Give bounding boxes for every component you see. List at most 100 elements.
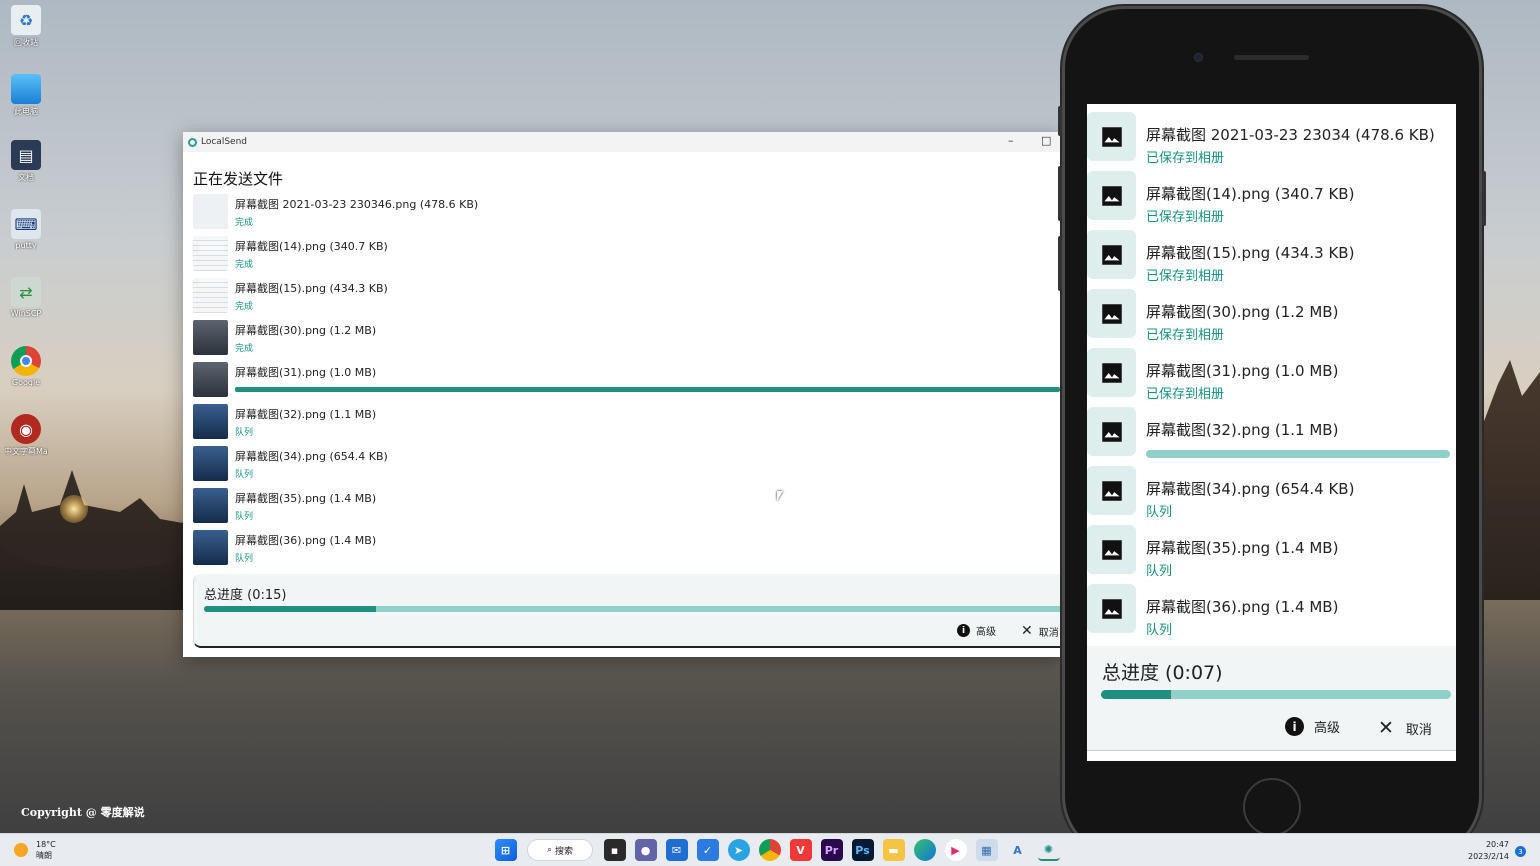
notification-badge[interactable]: 3 bbox=[1515, 846, 1526, 857]
wallpaper-skyline-right bbox=[1480, 360, 1540, 600]
windows-start-icon[interactable]: ⊞ bbox=[494, 839, 517, 861]
file-status: 队列 bbox=[235, 470, 254, 480]
file-name: 屏幕截图(32).png (1.1 MB) bbox=[1146, 421, 1339, 439]
app-icon[interactable]: A bbox=[1006, 839, 1029, 861]
camera-icon bbox=[1194, 53, 1203, 62]
file-status: 完成 bbox=[235, 218, 254, 228]
file-status: 队列 bbox=[235, 554, 254, 564]
copyright-watermark: Copyright @ 零度解说 bbox=[21, 806, 145, 819]
file-thumbnail bbox=[193, 404, 228, 439]
total-progress-label: 总进度 (0:15) bbox=[204, 588, 287, 603]
close-icon: ✕ bbox=[1378, 717, 1394, 739]
cancel-label: 取消 bbox=[1405, 722, 1432, 738]
eye-icon: ◉ bbox=[11, 414, 41, 444]
clock-time: 20:47 bbox=[1485, 840, 1510, 849]
window-title: LocalSend bbox=[201, 137, 247, 147]
desktop-icon-google[interactable]: Google bbox=[4, 346, 48, 387]
list-item: 屏幕截图(31).png (1.0 MB) bbox=[193, 362, 1061, 404]
info-icon: i bbox=[1285, 717, 1304, 736]
page-title: 正在发送文件 bbox=[193, 170, 284, 188]
phone-total-progress-label: 总进度 (0:07) bbox=[1102, 662, 1223, 684]
localsend-icon[interactable]: ✺ bbox=[1037, 839, 1060, 861]
file-status: 队列 bbox=[1146, 623, 1173, 638]
list-item: 屏幕截图(31).png (1.0 MB) 已保存到相册 bbox=[1087, 340, 1456, 402]
list-item: 屏幕截图(35).png (1.4 MB) 队列 bbox=[1087, 517, 1456, 579]
telegram-icon[interactable]: ➤ bbox=[727, 839, 750, 861]
photoshop-icon[interactable]: Ps bbox=[851, 839, 874, 861]
advanced-button[interactable]: i 高级 bbox=[957, 623, 996, 638]
phone-cancel-button[interactable]: ✕ 取消 bbox=[1378, 717, 1432, 739]
weather-desc: 晴朗 bbox=[36, 851, 52, 860]
list-item: 屏幕截图(34).png (654.4 KB) 队列 bbox=[193, 446, 1061, 488]
file-explorer-icon[interactable]: ▬ bbox=[882, 839, 905, 861]
file-name: 屏幕截图 2021-03-23 23034 (478.6 KB) bbox=[1146, 126, 1435, 144]
task-view-icon[interactable]: ▪ bbox=[603, 839, 626, 861]
phone-speaker bbox=[1234, 55, 1309, 60]
total-progress-fill bbox=[204, 606, 376, 612]
total-progress-panel: 总进度 (0:15) i 高级 ✕ 取消 bbox=[193, 574, 1061, 648]
phone-side-button bbox=[1058, 106, 1062, 136]
desktop-icon-documents[interactable]: ▤ 文档 bbox=[4, 140, 48, 183]
chrome-icon[interactable] bbox=[758, 839, 781, 861]
file-status: 队列 bbox=[235, 428, 254, 438]
desktop-icon-this-pc[interactable]: 此电脑 bbox=[4, 74, 48, 117]
advanced-label: 高级 bbox=[976, 627, 996, 638]
file-progress-bar bbox=[1146, 450, 1450, 458]
minimize-button[interactable]: – bbox=[1008, 134, 1014, 147]
phone-power-button bbox=[1482, 171, 1486, 226]
close-icon: ✕ bbox=[1021, 623, 1033, 639]
file-status: 完成 bbox=[235, 302, 254, 312]
taskbar: 18°C 晴朗 ⊞ ⌕ 搜索 ▪ ● ✉ ✓ ➤ V Pr Ps ▬ ▶ ▦ A ✺… bbox=[0, 833, 1540, 866]
image-icon bbox=[1087, 525, 1136, 574]
desktop-icon-putty[interactable]: ⌨ putty bbox=[4, 209, 48, 250]
image-icon bbox=[1087, 348, 1136, 397]
mail-icon[interactable]: ✉ bbox=[665, 839, 688, 861]
todo-icon[interactable]: ✓ bbox=[696, 839, 719, 861]
localsend-icon bbox=[188, 137, 197, 147]
file-name: 屏幕截图(34).png (654.4 KB) bbox=[235, 450, 388, 463]
maximize-button[interactable]: □ bbox=[1041, 134, 1051, 147]
system-clock[interactable]: 20:47 2023/2/14 bbox=[1468, 839, 1509, 863]
image-icon bbox=[1087, 112, 1136, 161]
monitor-icon bbox=[11, 74, 41, 104]
file-name: 屏幕截图 2021-03-23 230346.png (478.6 KB) bbox=[235, 198, 479, 211]
wallpaper-lamp bbox=[60, 495, 88, 523]
desktop-icon-winscp[interactable]: ⇄ WinSCP bbox=[4, 277, 48, 318]
phone-total-progress-fill bbox=[1101, 690, 1171, 699]
chat-icon[interactable]: ● bbox=[634, 839, 657, 861]
desktop-icon-recycle-bin[interactable]: ♻ 回收站 bbox=[4, 5, 48, 48]
file-thumbnail bbox=[193, 320, 228, 355]
file-list: 屏幕截图 2021-03-23 230346.png (478.6 KB) 完成 … bbox=[193, 194, 1061, 572]
media-player-icon[interactable]: ▶ bbox=[944, 839, 967, 861]
cancel-button[interactable]: ✕ 取消 bbox=[1021, 623, 1059, 639]
file-thumbnail bbox=[193, 236, 228, 271]
image-icon bbox=[1087, 584, 1136, 633]
phone-mockup: 屏幕截图 2021-03-23 23034 (478.6 KB) 已保存到相册 屏幕… bbox=[1058, 6, 1486, 858]
file-name: 屏幕截图(31).png (1.0 MB) bbox=[235, 366, 377, 379]
phone-advanced-button[interactable]: i 高级 bbox=[1285, 717, 1340, 736]
weather-widget[interactable]: 18°C 晴朗 bbox=[14, 839, 56, 861]
desktop-icon-subtitle[interactable]: ◉ 中文字幕Mars bbox=[4, 414, 48, 457]
vivaldi-icon[interactable]: V bbox=[789, 839, 812, 861]
list-item: 屏幕截图(14).png (340.7 KB) 完成 bbox=[193, 236, 1061, 278]
edge-icon[interactable] bbox=[913, 839, 936, 861]
list-item: 屏幕截图(14).png (340.7 KB) 已保存到相册 bbox=[1087, 163, 1456, 225]
photos-icon[interactable]: ▦ bbox=[975, 839, 998, 861]
info-icon: i bbox=[957, 624, 970, 637]
list-item: 屏幕截图(35).png (1.4 MB) 队列 bbox=[193, 488, 1061, 530]
winscp-icon: ⇄ bbox=[11, 277, 41, 307]
premiere-icon[interactable]: Pr bbox=[820, 839, 843, 861]
cancel-label: 取消 bbox=[1038, 627, 1059, 639]
phone-total-progress-bar bbox=[1101, 690, 1451, 699]
file-name: 屏幕截图(35).png (1.4 MB) bbox=[235, 492, 377, 505]
advanced-label: 高级 bbox=[1314, 721, 1341, 736]
taskbar-apps: ⊞ ⌕ 搜索 ▪ ● ✉ ✓ ➤ V Pr Ps ▬ ▶ ▦ A ✺ bbox=[490, 839, 1064, 861]
window-titlebar[interactable]: LocalSend – □ bbox=[183, 132, 1061, 152]
file-status: 完成 bbox=[235, 344, 254, 354]
file-name: 屏幕截图(31).png (1.0 MB) bbox=[1146, 362, 1339, 380]
list-item: 屏幕截图(30).png (1.2 MB) 完成 bbox=[193, 320, 1061, 362]
image-icon bbox=[1087, 289, 1136, 338]
sun-icon bbox=[14, 843, 28, 857]
phone-home-button[interactable] bbox=[1243, 778, 1301, 836]
search-button[interactable]: ⌕ 搜索 bbox=[527, 839, 593, 861]
